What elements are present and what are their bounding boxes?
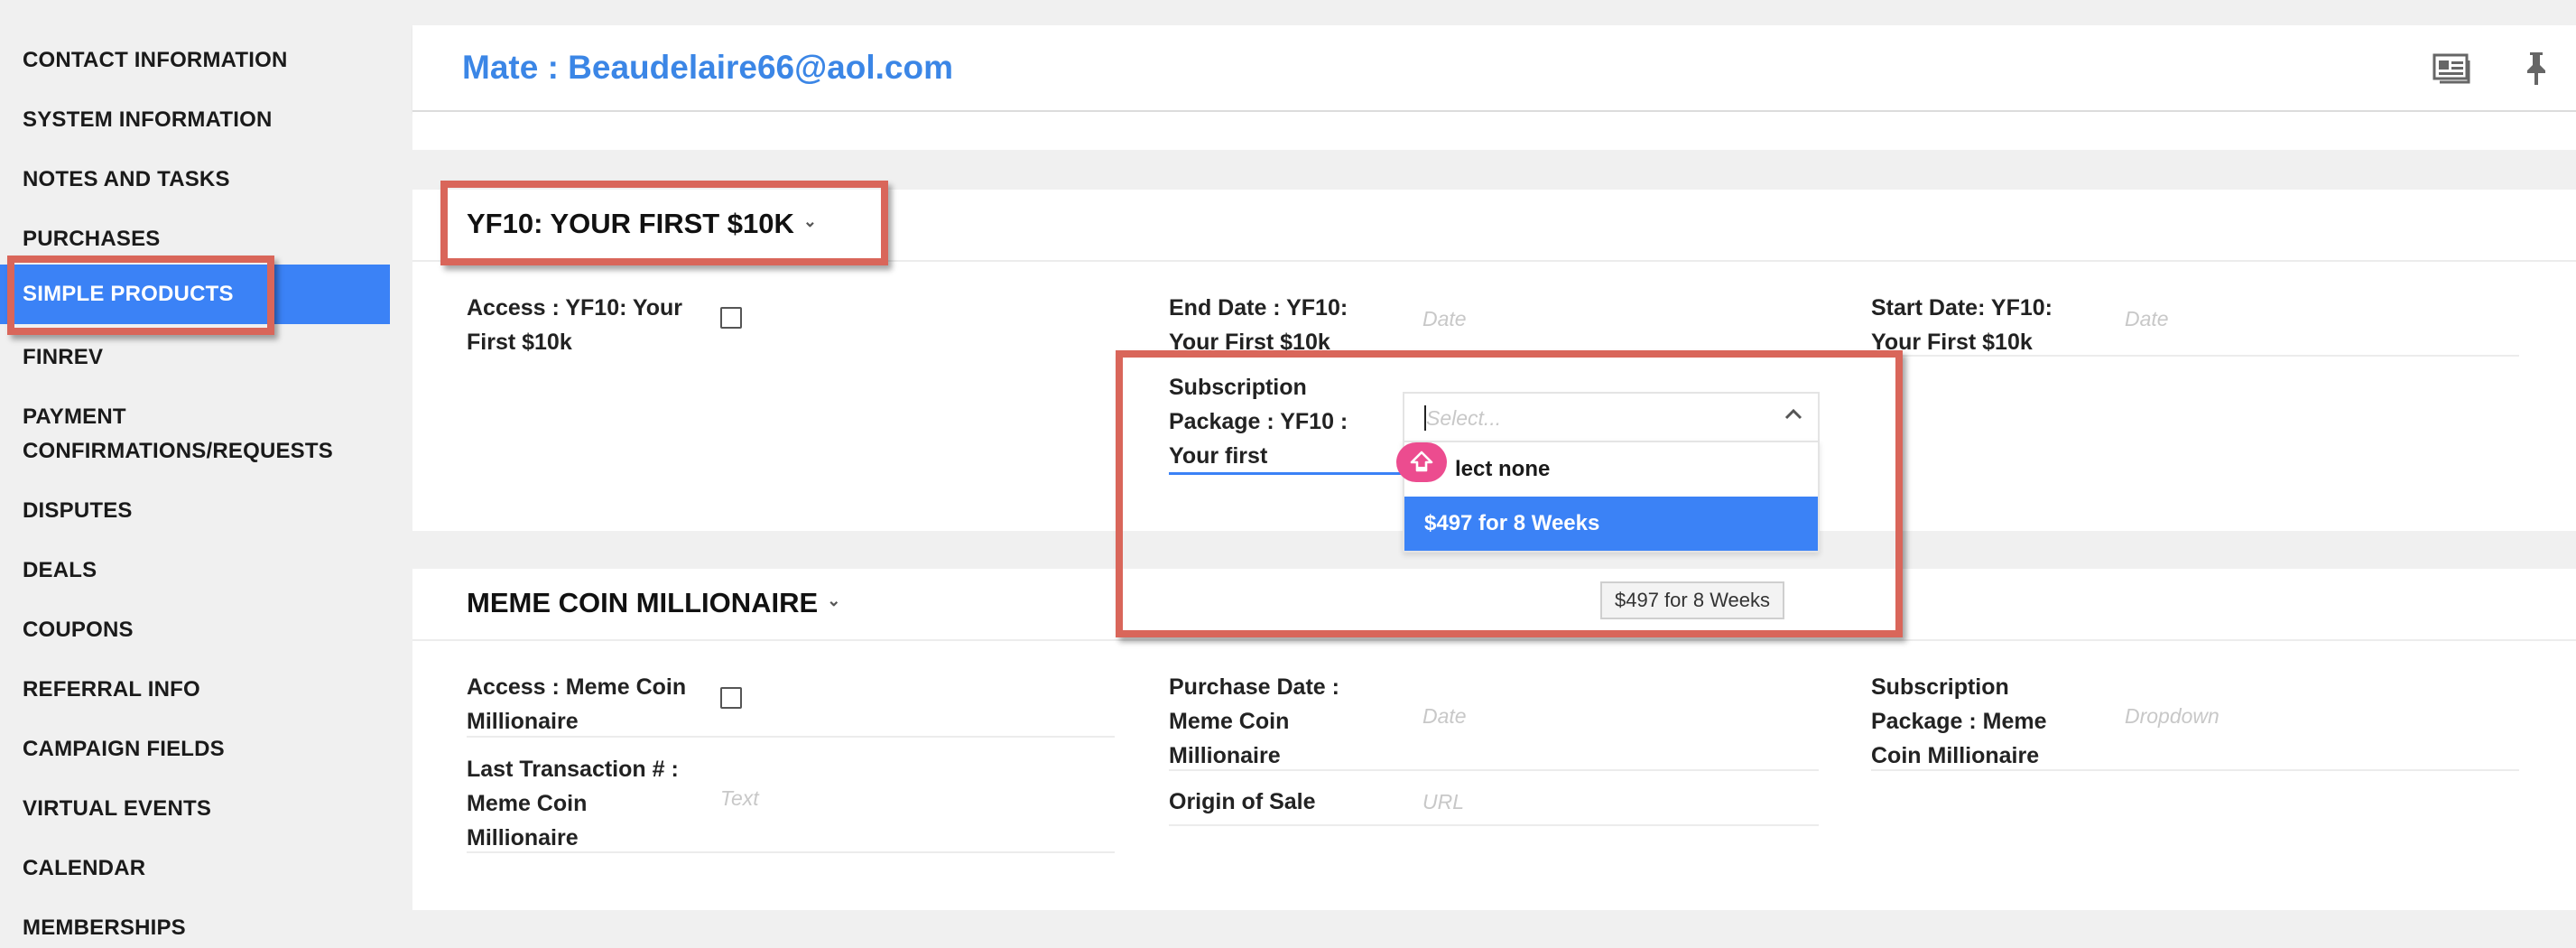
section-title-meme-coin[interactable]: MEME COIN MILLIONAIRE ⌄	[467, 587, 840, 619]
sidebar-item-system-information[interactable]: SYSTEM INFORMATION	[0, 103, 390, 137]
label-line: Meme Coin	[1169, 709, 1290, 734]
sidebar-item-payment-confirmations[interactable]: PAYMENT CONFIRMATIONS/REQUESTS	[0, 400, 390, 469]
start-date-input[interactable]: Date	[2125, 307, 2169, 331]
last-transaction-input[interactable]: Text	[720, 786, 759, 811]
label-line: Millionaire	[467, 825, 579, 850]
upload-badge-icon[interactable]	[1396, 442, 1447, 482]
sidebar-item-simple-products[interactable]: SIMPLE PRODUCTS	[0, 265, 390, 324]
dropdown-menu: lect none $497 for 8 Weeks	[1403, 441, 1820, 553]
page-title: Mate : Beaudelaire66@aol.com	[462, 49, 953, 86]
divider	[412, 639, 2576, 641]
sidebar-item-coupons[interactable]: COUPONS	[0, 613, 390, 647]
label-line: Millionaire	[467, 709, 579, 734]
divider	[467, 736, 1115, 738]
subscription-meme-dropdown[interactable]: Dropdown	[2125, 704, 2219, 729]
divider	[467, 851, 1115, 853]
selection-tooltip: $497 for 8 Weeks	[1600, 581, 1785, 619]
label-line: Coin Millionaire	[1871, 743, 2040, 768]
dropdown-option-select-none[interactable]: lect none	[1404, 442, 1818, 497]
label-line: End Date : YF10:	[1169, 295, 1348, 321]
end-date-input[interactable]: Date	[1422, 307, 1467, 331]
sidebar-item-memberships[interactable]: MEMBERSHIPS	[0, 911, 390, 945]
label-line: Origin of Sale	[1169, 789, 1316, 814]
dropdown-option-497-8-weeks[interactable]: $497 for 8 Weeks	[1404, 497, 1818, 551]
origin-of-sale-input[interactable]: URL	[1422, 790, 1464, 814]
label-line: Package : YF10 :	[1169, 409, 1348, 434]
contact-card-icon[interactable]	[2430, 51, 2475, 87]
divider	[1169, 769, 1819, 771]
chevron-up-icon[interactable]	[1780, 401, 1807, 428]
label-line: First $10k	[467, 330, 572, 355]
label-line: Start Date: YF10:	[1871, 295, 2052, 321]
access-yf10-checkbox[interactable]	[720, 307, 742, 329]
section-title-text: MEME COIN MILLIONAIRE	[467, 587, 819, 618]
purchase-date-input[interactable]: Date	[1422, 704, 1467, 729]
field-label-access-meme-coin: Access : Meme Coin Millionaire	[467, 670, 686, 739]
sidebar-item-campaign-fields[interactable]: CAMPAIGN FIELDS	[0, 732, 390, 767]
sidebar-item-notes-and-tasks[interactable]: NOTES AND TASKS	[0, 163, 390, 197]
field-label-subscription-yf10: Subscription Package : YF10 : Your first	[1169, 370, 1348, 473]
access-meme-coin-checkbox[interactable]	[720, 687, 742, 709]
field-label-purchase-date: Purchase Date : Meme Coin Millionaire	[1169, 670, 1339, 773]
section-title-text: YF10: YOUR FIRST $10K	[467, 208, 794, 239]
sidebar-item-disputes[interactable]: DISPUTES	[0, 494, 390, 528]
sidebar-item-finrev[interactable]: FINREV	[0, 340, 390, 375]
label-line: Subscription	[1871, 674, 2009, 700]
label-line: Your First $10k	[1169, 330, 1330, 355]
label-line: Millionaire	[1169, 743, 1281, 768]
contact-header: Mate : Beaudelaire66@aol.com	[412, 25, 2576, 112]
field-label-last-transaction: Last Transaction # : Meme Coin Millionai…	[467, 752, 679, 855]
field-label-start-date-yf10: Start Date: YF10: Your First $10k	[1871, 291, 2052, 359]
field-label-origin-of-sale: Origin of Sale	[1169, 785, 1316, 819]
label-line: Access : YF10: Your	[467, 295, 683, 321]
sidebar-item-virtual-events[interactable]: VIRTUAL EVENTS	[0, 792, 390, 826]
sidebar-item-label: CONFIRMATIONS/REQUESTS	[23, 439, 333, 463]
divider	[1871, 769, 2519, 771]
label-line: Purchase Date :	[1169, 674, 1339, 700]
divider	[412, 260, 2576, 262]
label-line: Your first	[1169, 443, 1268, 469]
chevron-down-icon: ⌄	[802, 211, 818, 230]
sidebar-item-deals[interactable]: DEALS	[0, 553, 390, 588]
select-placeholder: Select...	[1426, 406, 1502, 430]
field-label-access-yf10: Access : YF10: Your First $10k	[467, 291, 682, 359]
label-line: Last Transaction # :	[467, 757, 679, 782]
sidebar-item-purchases[interactable]: PURCHASES	[0, 222, 390, 256]
divider	[1871, 355, 2519, 357]
label-line: Package : Meme	[1871, 709, 2047, 734]
sidebar-item-referral-info[interactable]: REFERRAL INFO	[0, 673, 390, 707]
label-line: Subscription	[1169, 375, 1307, 400]
section-title-yf10[interactable]: YF10: YOUR FIRST $10K ⌄	[467, 208, 817, 240]
field-label-subscription-meme-coin: Subscription Package : Meme Coin Million…	[1871, 670, 2047, 773]
header-spacer	[412, 112, 2576, 150]
label-line: Meme Coin	[467, 791, 588, 816]
divider	[1169, 824, 1819, 826]
sidebar-item-calendar[interactable]: CALENDAR	[0, 851, 390, 886]
field-label-end-date-yf10: End Date : YF10: Your First $10k	[1169, 291, 1348, 359]
subscription-yf10-select[interactable]: Select...	[1403, 392, 1820, 441]
meme-coin-section	[412, 569, 2576, 910]
sidebar-item-label: PAYMENT	[23, 404, 126, 429]
chevron-down-icon: ⌄	[827, 590, 841, 609]
label-line: Access : Meme Coin	[467, 674, 687, 700]
sidebar-item-contact-information[interactable]: CONTACT INFORMATION	[0, 43, 390, 78]
pin-icon[interactable]	[2514, 51, 2559, 87]
sidebar: CONTACT INFORMATION SYSTEM INFORMATION N…	[0, 0, 390, 948]
focus-underline	[1169, 472, 1403, 475]
